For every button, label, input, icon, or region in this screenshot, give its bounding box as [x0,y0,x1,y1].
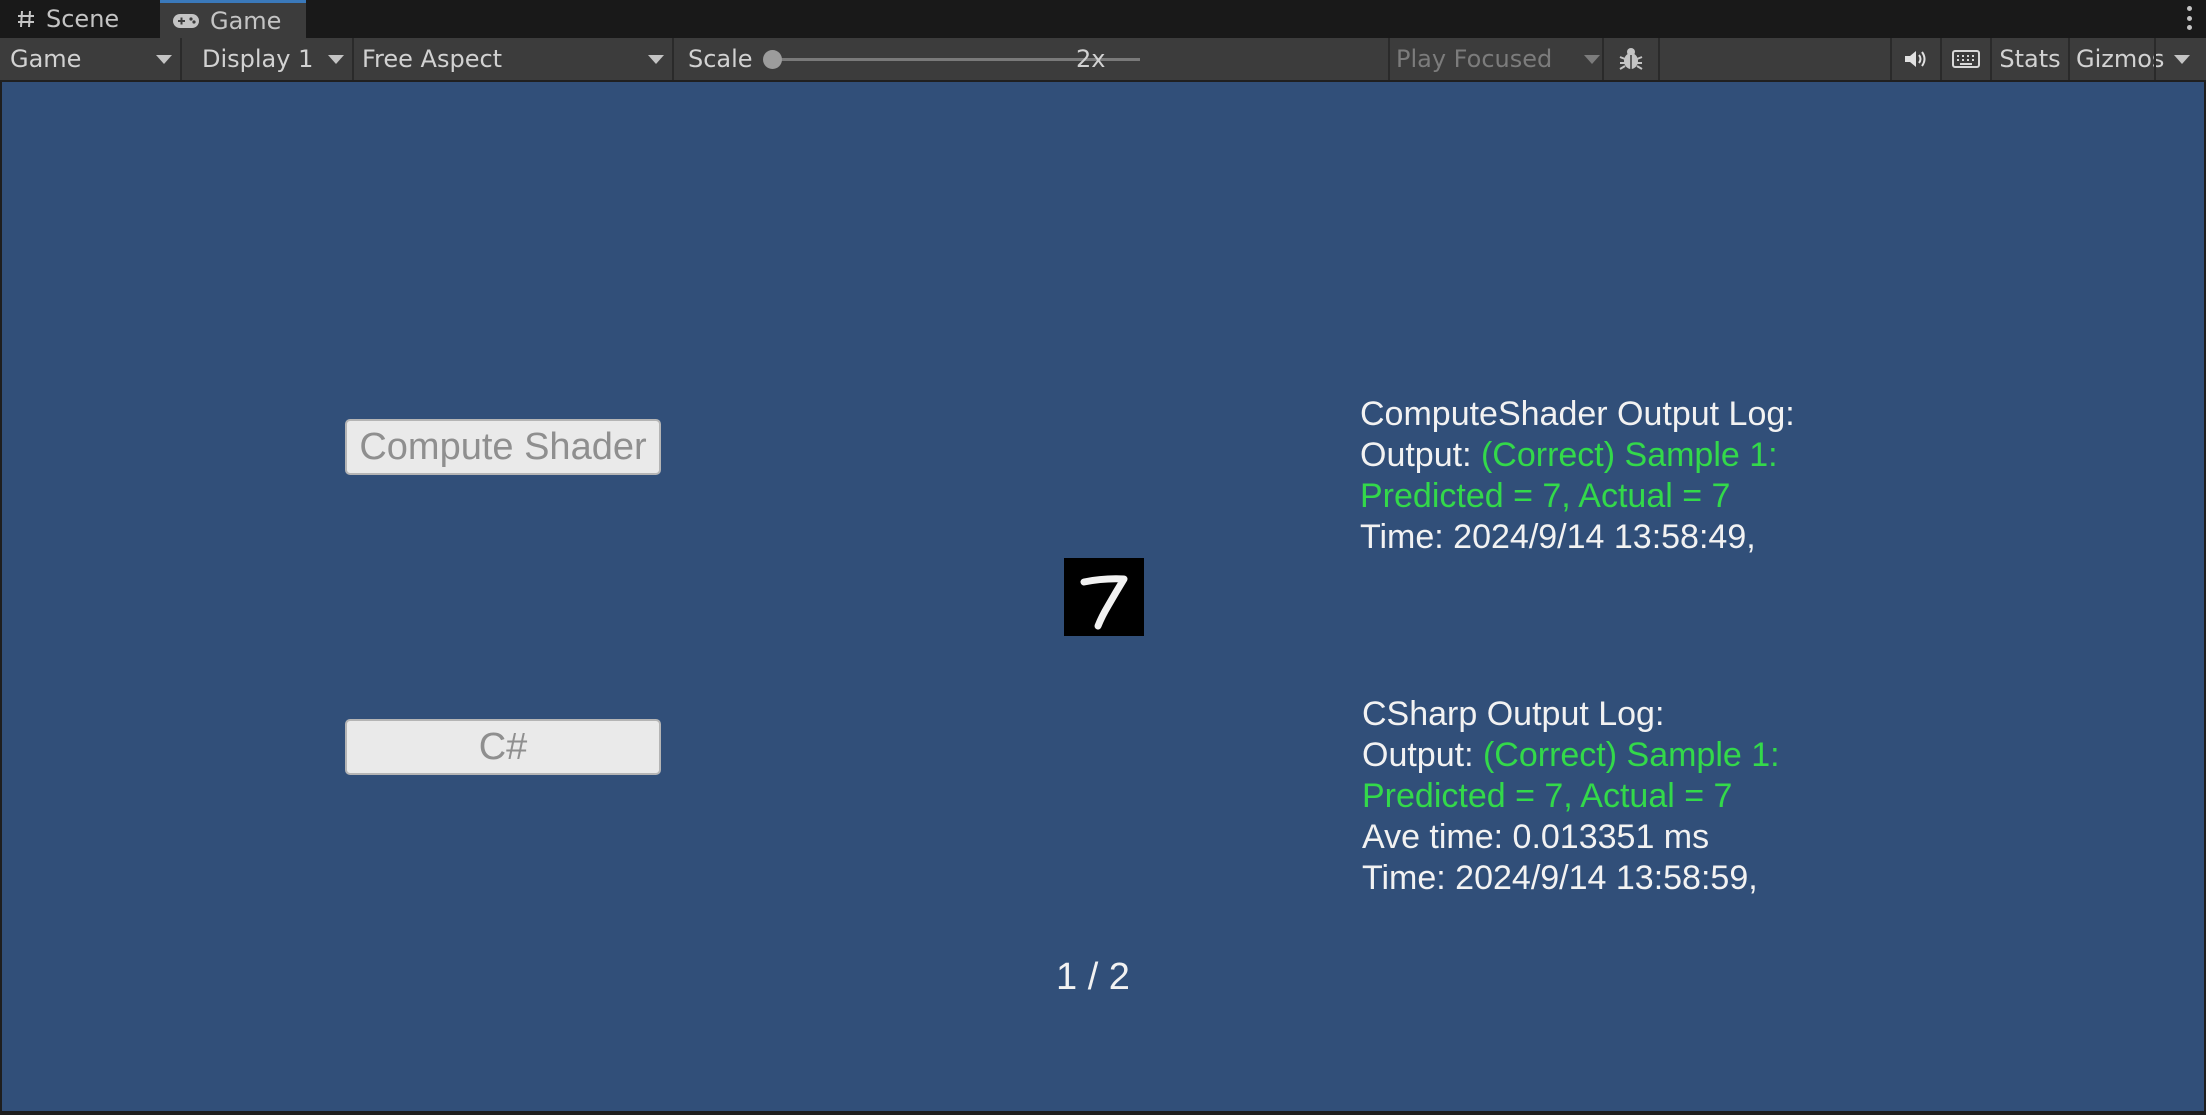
compute-log-title: ComputeShader Output Log: [1360,395,1795,433]
compute-log-prediction: Predicted = 7, Actual = 7 [1360,477,1731,515]
chevron-down-icon [328,55,344,64]
keyboard-icon[interactable] [1942,38,1992,80]
view-mode-dropdown[interactable]: Game [0,38,182,80]
compute-shader-log: ComputeShader Output Log: Output: (Corre… [1360,394,1795,558]
display-dropdown[interactable]: Display 1 [184,38,354,80]
scale-label: Scale [688,45,753,73]
compute-log-result: (Correct) Sample 1: [1480,436,1778,474]
tab-game-label: Game [210,6,282,35]
stats-button[interactable]: Stats [1992,38,2070,80]
gamepad-icon [172,12,200,30]
tab-scene-label: Scene [46,5,120,33]
mnist-digit-image [1064,558,1144,636]
play-mode-dropdown[interactable]: Play Focused [1388,38,1604,80]
csharp-log-result: (Correct) Sample 1: [1482,736,1780,774]
aspect-dropdown[interactable]: Free Aspect [356,38,674,80]
gizmos-label: Gizmos [2076,45,2165,73]
tab-scene[interactable]: Scene [0,0,158,38]
chevron-down-icon [648,55,664,64]
csharp-log-output: Output: (Correct) Sample 1: [1362,735,1780,776]
compute-shader-button[interactable]: Compute Shader [345,419,661,475]
csharp-log-prediction: Predicted = 7, Actual = 7 [1362,777,1733,815]
csharp-log: CSharp Output Log: Output: (Correct) Sam… [1362,694,1780,899]
csharp-button-label: C# [478,725,528,768]
gizmos-button[interactable]: Gizmos [2070,38,2164,80]
scale-value: 2x [1076,45,1106,73]
game-viewport: Compute Shader C# ComputeShader Output L… [2,82,2204,1111]
scale-slider-thumb[interactable] [763,50,782,69]
play-mode-value: Play Focused [1396,45,1553,73]
csharp-log-output-prefix: Output: [1362,736,1474,774]
chevron-down-icon [156,55,172,64]
gizmos-dropdown[interactable] [2154,38,2206,80]
audio-icon[interactable] [1890,38,1942,80]
display-value: Display 1 [202,45,314,73]
chevron-down-icon [1584,55,1600,64]
game-toolbar: Game Display 1 Free Aspect Scale 2x Play… [0,38,2206,82]
compute-log-time: Time: 2024/9/14 13:58:49, [1360,518,1756,556]
csharp-log-ave-time: Ave time: 0.013351 ms [1362,818,1710,856]
tab-bar: Scene Game [0,0,2206,38]
view-mode-value: Game [10,45,82,73]
compute-log-output: Output: (Correct) Sample 1: [1360,435,1795,476]
scale-control: Scale 2x [676,38,1388,80]
csharp-log-title: CSharp Output Log: [1362,695,1665,733]
compute-shader-button-label: Compute Shader [359,425,647,468]
aspect-value: Free Aspect [362,45,503,73]
more-options-icon[interactable] [2186,6,2192,30]
compute-log-output-prefix: Output: [1360,436,1472,474]
stats-label: Stats [1999,45,2061,73]
csharp-button[interactable]: C# [345,719,661,775]
page-indicator: 1 / 2 [1056,956,1130,998]
hash-icon [16,9,36,29]
tab-game[interactable]: Game [160,0,306,38]
chevron-down-icon [2174,55,2190,64]
csharp-log-time: Time: 2024/9/14 13:58:59, [1362,859,1758,897]
bug-icon[interactable] [1604,38,1660,80]
